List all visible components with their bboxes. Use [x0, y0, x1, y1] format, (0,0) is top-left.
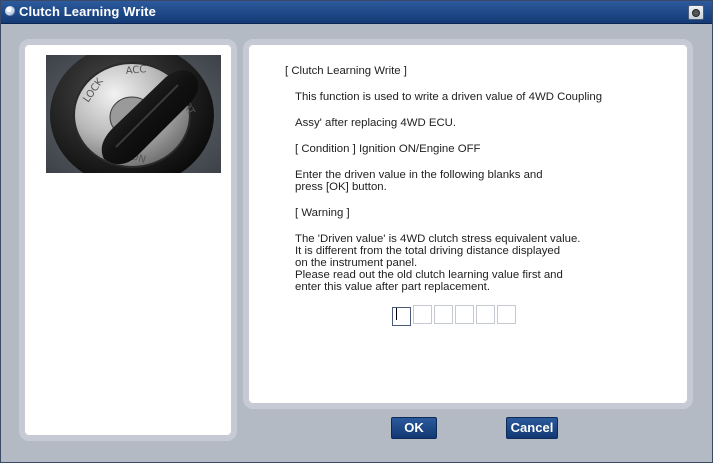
camera-icon: [692, 8, 700, 17]
condition-line: [ Condition ] Ignition ON/Engine OFF: [295, 143, 481, 155]
section-heading: [ Clutch Learning Write ]: [285, 65, 407, 77]
window-title: Clutch Learning Write: [19, 4, 156, 19]
text-caret: [396, 308, 397, 320]
ignition-switch-image: LOCK ACC START ON: [46, 55, 221, 173]
warning-line: Please read out the old clutch learning …: [295, 269, 563, 281]
warning-line: The 'Driven value' is 4WD clutch stress …: [295, 233, 581, 245]
warning-line: It is different from the total driving d…: [295, 245, 561, 257]
description-line: This function is used to write a driven …: [295, 91, 603, 103]
digit-wrapper: [392, 305, 411, 326]
warning-heading: [ Warning ]: [295, 207, 350, 219]
description-panel: [ Clutch Learning Write ] This function …: [243, 39, 693, 409]
instruction-line: Enter the driven value in the following …: [295, 169, 543, 181]
warning-line: on the instrument panel.: [295, 257, 418, 269]
driven-value-input-group: [392, 305, 516, 326]
capture-button[interactable]: [688, 5, 704, 20]
description-text: [ Clutch Learning Write ] This function …: [285, 65, 685, 293]
description-line: Assy' after replacing 4WD ECU.: [295, 117, 457, 129]
digit-input-1[interactable]: [392, 306, 411, 326]
digit-input-5[interactable]: [476, 305, 495, 324]
image-panel: LOCK ACC START ON: [19, 39, 237, 441]
digit-input-4[interactable]: [455, 305, 474, 324]
warning-line: enter this value after part replacement.: [295, 281, 491, 293]
window-icon: [5, 6, 15, 16]
svg-text:ACC: ACC: [125, 64, 147, 77]
instruction-line: press [OK] button.: [295, 181, 387, 193]
digit-input-2[interactable]: [413, 305, 432, 324]
digit-input-6[interactable]: [497, 305, 516, 324]
digit-input-3[interactable]: [434, 305, 453, 324]
ignition-switch-illustration: LOCK ACC START ON: [46, 55, 221, 173]
ok-button[interactable]: OK: [391, 417, 437, 439]
title-bar: Clutch Learning Write: [1, 1, 712, 24]
cancel-button[interactable]: Cancel: [506, 417, 558, 439]
dialog-window: Clutch Learning Write LOCK ACC ON [Clut…: [0, 0, 713, 463]
